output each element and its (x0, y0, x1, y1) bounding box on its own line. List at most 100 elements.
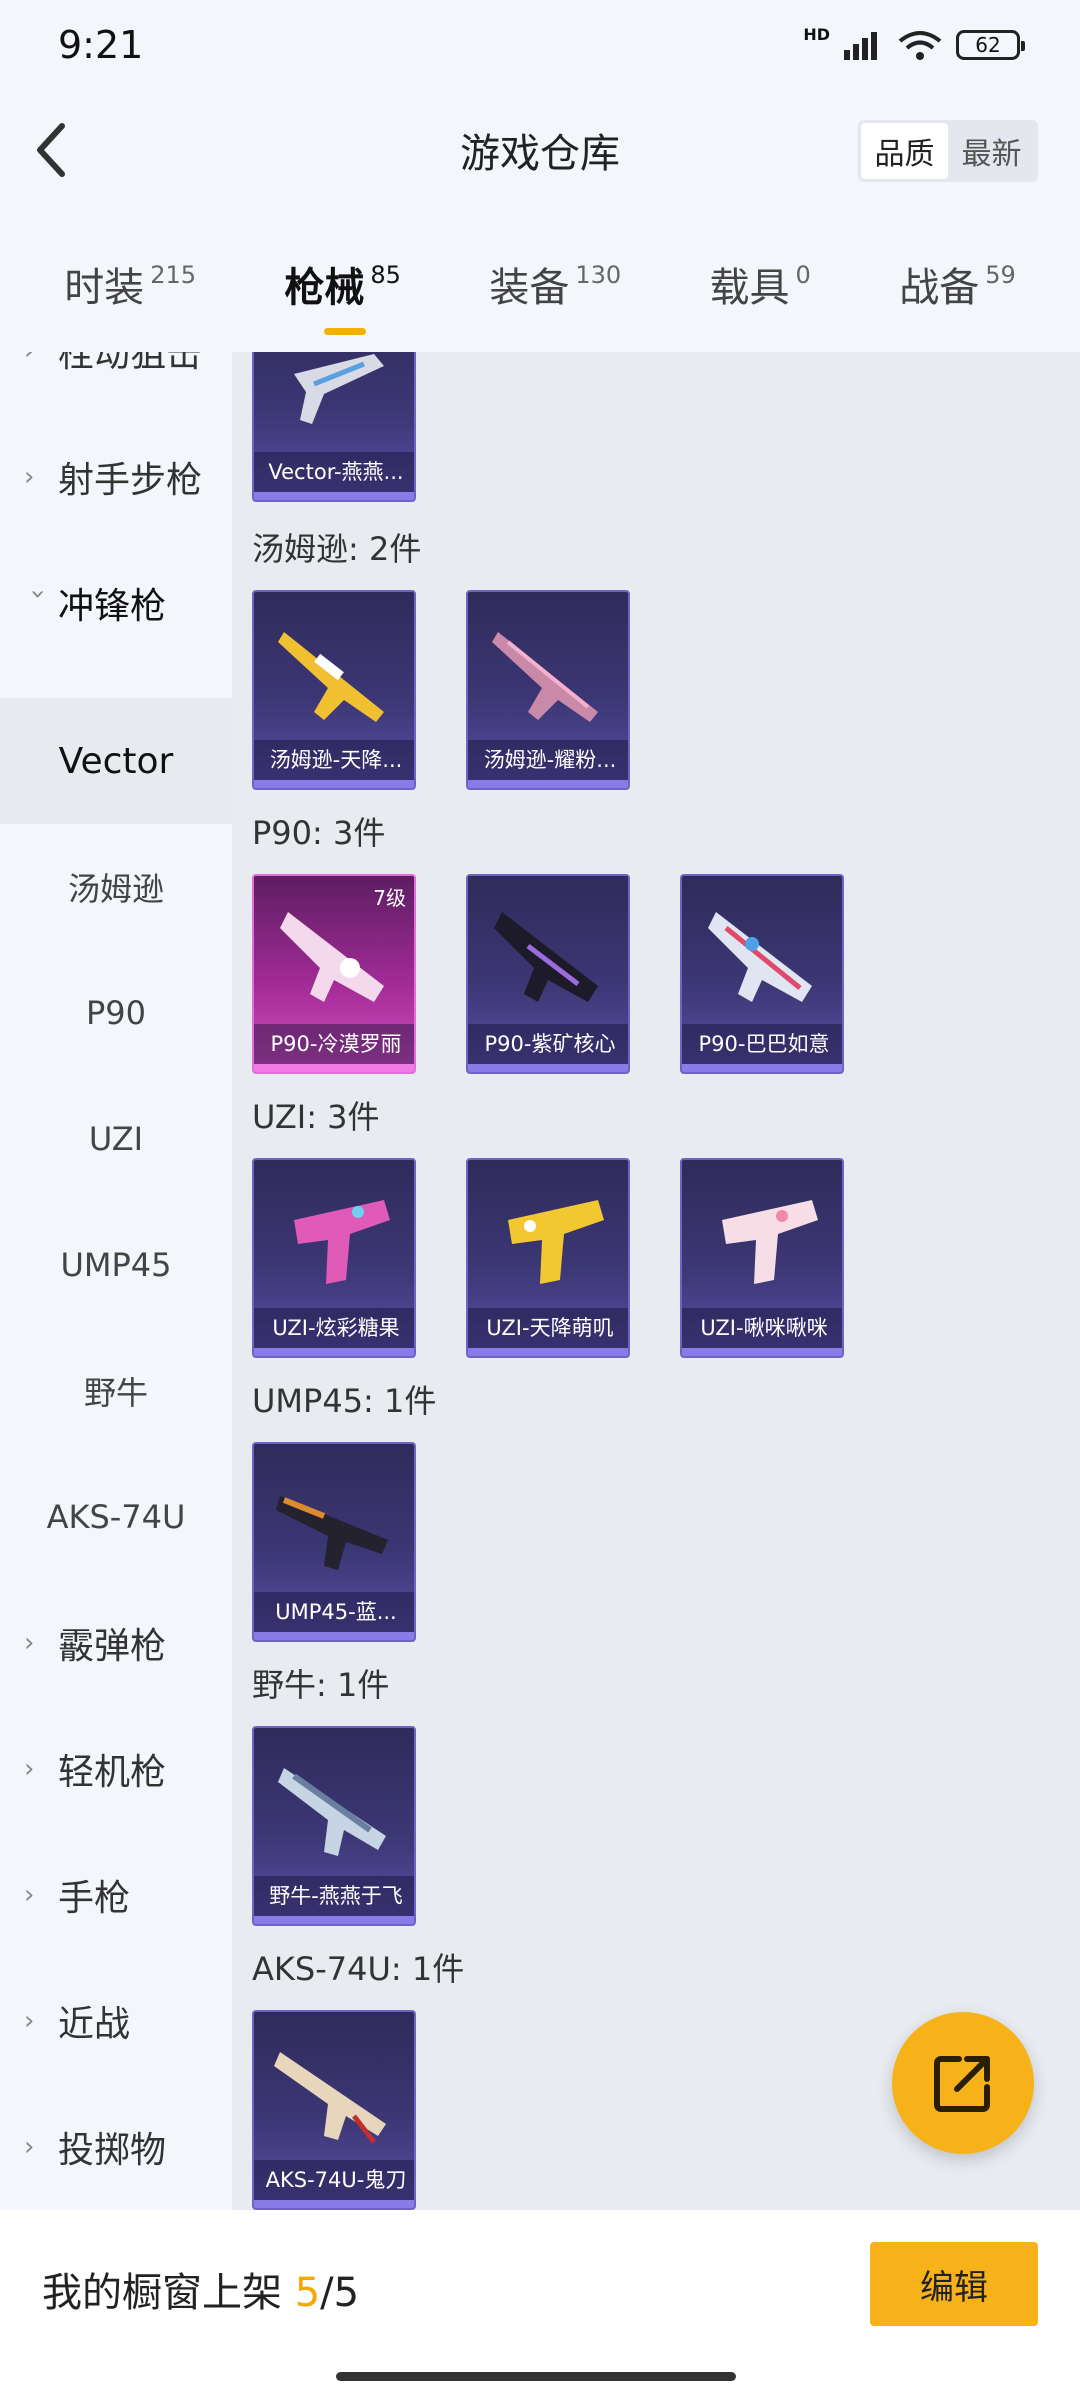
tab-count: 215 (150, 261, 196, 289)
rarity-bar (254, 492, 414, 500)
sidebar-item-shotgun[interactable]: › 霰弹枪 (0, 1580, 232, 1706)
sidebar-item-aks74u[interactable]: AKS-74U (0, 1454, 232, 1580)
signal-icon (844, 32, 877, 60)
rarity-bar (254, 1348, 414, 1356)
gun-skin-image (276, 1496, 388, 1570)
chevron-right-icon: › (24, 2132, 35, 2162)
sidebar-item-smg[interactable]: › 冲锋枪 (0, 540, 232, 666)
edit-button[interactable]: 编辑 (870, 2242, 1038, 2326)
section-title: P90: 3件 (252, 814, 386, 852)
item-name: UZI-天降萌叽 (468, 1308, 628, 1348)
sidebar-item-label: 射手步枪 (58, 460, 203, 501)
item-card[interactable]: 7级 P90-冷漠罗丽 (252, 874, 416, 1074)
sidebar-item-pistol[interactable]: › 手枪 (0, 1832, 232, 1958)
sidebar-item-p90[interactable]: P90 (0, 950, 232, 1076)
rarity-bar (254, 1632, 414, 1640)
network-label: HD (803, 25, 830, 44)
sidebar-item-vector[interactable]: Vector (0, 698, 232, 824)
chevron-right-icon: › (24, 352, 52, 366)
status-icons: HD 62 (803, 25, 1025, 61)
item-card[interactable]: UZI-天降萌叽 (466, 1158, 630, 1358)
section-title: 野牛: 1件 (252, 1666, 390, 1704)
sidebar-item-label: UMP45 (60, 1246, 172, 1284)
item-level-badge: 7级 (373, 886, 406, 910)
item-name: P90-巴巴如意 (682, 1024, 842, 1064)
gun-skin-image (294, 1200, 390, 1284)
sidebar-item-thompson[interactable]: 汤姆逊 (0, 824, 232, 950)
sidebar-item-label: P90 (85, 994, 146, 1032)
sidebar-item-label: 霰弹枪 (58, 1626, 167, 1667)
share-button[interactable] (892, 2012, 1034, 2154)
gun-skin-image (494, 912, 598, 1002)
sidebar-item-label: 汤姆逊 (67, 870, 164, 908)
rarity-bar (254, 2200, 414, 2208)
rarity-bar (468, 1064, 628, 1072)
sidebar-item-label: 近战 (58, 2004, 131, 2045)
item-card[interactable]: AKS-74U-鬼刀 (252, 2010, 416, 2210)
tab-count: 130 (575, 261, 622, 289)
item-card[interactable]: 汤姆逊-耀粉... (466, 590, 630, 790)
chevron-left-icon (37, 123, 65, 177)
tab-label: 枪械 (284, 265, 365, 311)
back-button[interactable] (22, 120, 82, 180)
sidebar-item-lmg[interactable]: › 轻机枪 (0, 1706, 232, 1832)
item-name: UMP45-蓝... (254, 1592, 414, 1632)
showcase-current-count: 5 (294, 2270, 321, 2316)
rarity-bar (682, 1348, 842, 1356)
section-title: UMP45: 1件 (252, 1382, 437, 1420)
chevron-right-icon: › (24, 2006, 35, 2036)
tab-equipment[interactable]: 装备 130 (489, 255, 621, 325)
rarity-bar (254, 1916, 414, 1924)
showcase-label: 我的橱窗上架 (42, 2270, 282, 2316)
sidebar-item-melee[interactable]: › 近战 (0, 1958, 232, 2084)
tab-tactical[interactable]: 战备 59 (899, 255, 1016, 325)
active-tab-indicator (324, 328, 367, 335)
sidebar-item-label: 投掷物 (58, 2130, 167, 2171)
inventory-grid: Vector-燕燕... 汤姆逊: 2件 汤姆逊-天降... 汤姆逊-耀粉...… (232, 352, 1080, 2210)
rarity-bar (254, 780, 414, 788)
item-name: UZI-啾咪啾咪 (682, 1308, 842, 1348)
gun-skin-image (708, 912, 812, 1002)
item-name: UZI-炫彩糖果 (254, 1308, 414, 1348)
sidebar-item-marksman-rifle[interactable]: › 射手步枪 (0, 414, 232, 540)
sidebar-item-throwable[interactable]: › 投掷物 (0, 2084, 232, 2210)
rarity-bar (468, 780, 628, 788)
item-card[interactable]: UMP45-蓝... (252, 1442, 416, 1642)
home-indicator[interactable] (336, 2372, 736, 2381)
section-title: UZI: 3件 (252, 1098, 380, 1136)
gun-skin-image (492, 632, 598, 722)
tab-count: 59 (985, 261, 1016, 289)
sidebar-item-uzi[interactable]: UZI (0, 1076, 232, 1202)
chevron-down-icon: › (23, 589, 53, 600)
item-name: 汤姆逊-天降... (254, 740, 414, 780)
sort-option-newest[interactable]: 最新 (948, 123, 1035, 179)
item-card[interactable]: P90-紫矿核心 (466, 874, 630, 1074)
sort-option-quality[interactable]: 品质 (861, 123, 948, 179)
item-card[interactable]: UZI-炫彩糖果 (252, 1158, 416, 1358)
item-name: Vector-燕燕... (254, 452, 414, 492)
gun-skin-image (294, 354, 384, 424)
item-card[interactable]: P90-巴巴如意 (680, 874, 844, 1074)
tab-count: 85 (370, 261, 401, 289)
showcase-bar: 我的橱窗上架 5/5 编辑 (0, 2210, 1080, 2400)
sidebar-item-bolt-action-sniper[interactable]: › 栓动狙击 (0, 352, 232, 414)
item-name: AKS-74U-鬼刀 (254, 2160, 414, 2200)
tab-firearms[interactable]: 枪械 85 (284, 255, 401, 335)
item-card[interactable]: 野牛-燕燕于飞 (252, 1726, 416, 1926)
item-card[interactable]: 汤姆逊-天降... (252, 590, 416, 790)
section-title: AKS-74U: 1件 (252, 1950, 465, 1988)
item-name: 汤姆逊-耀粉... (468, 740, 628, 780)
sidebar-item-ump45[interactable]: UMP45 (0, 1202, 232, 1328)
sidebar-item-label: UZI (88, 1120, 144, 1158)
item-card[interactable]: UZI-啾咪啾咪 (680, 1158, 844, 1358)
tab-vehicles[interactable]: 载具 0 (710, 255, 811, 325)
category-tabs: 时装 215 枪械 85 装备 130 载具 0 战备 59 (0, 230, 1080, 350)
sidebar-item-bizon[interactable]: 野牛 (0, 1328, 232, 1454)
sidebar-item-label: 野牛 (83, 1374, 148, 1412)
chevron-right-icon: › (24, 462, 35, 492)
tab-costume[interactable]: 时装 215 (64, 255, 196, 325)
chevron-right-icon: › (24, 1754, 35, 1784)
chevron-right-icon: › (24, 1628, 35, 1658)
rarity-bar (682, 1064, 842, 1072)
item-card[interactable]: Vector-燕燕... (252, 352, 416, 502)
